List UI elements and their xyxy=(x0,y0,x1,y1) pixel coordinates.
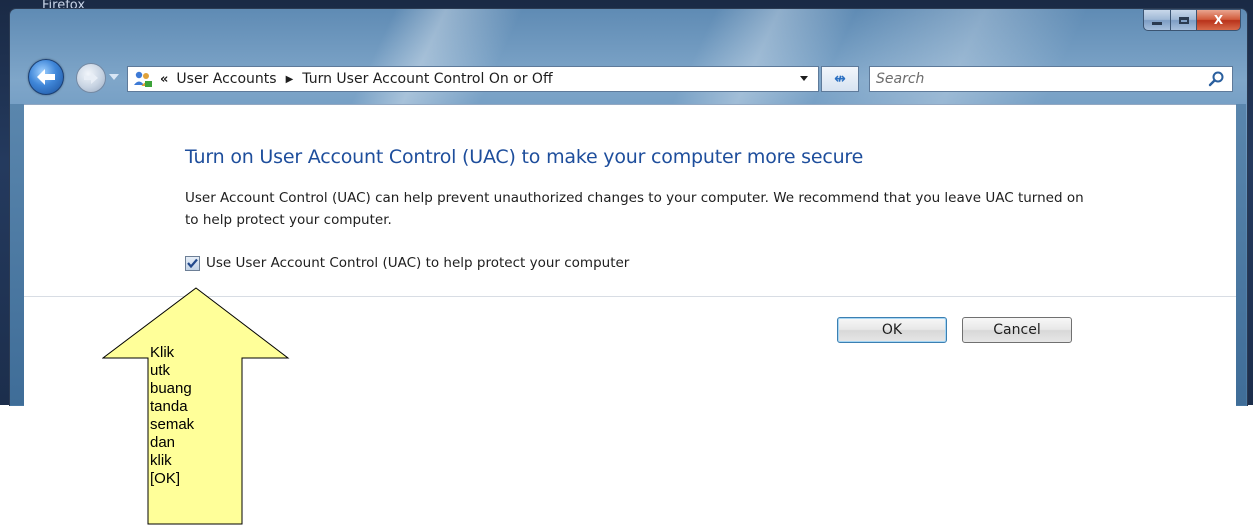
address-dropdown-icon[interactable] xyxy=(800,76,808,81)
user-accounts-icon xyxy=(132,70,154,88)
window-frame-right xyxy=(1236,104,1246,405)
callout-text: Klik utk buang tanda semak dan klik [OK] xyxy=(150,344,195,487)
search-icon[interactable] xyxy=(1208,70,1226,88)
close-button[interactable]: X xyxy=(1197,9,1241,31)
recent-pages-dropdown[interactable] xyxy=(109,74,119,80)
refresh-icon: ↮ xyxy=(834,71,846,87)
caption-buttons: X xyxy=(1143,9,1241,31)
uac-checkbox-row[interactable]: Use User Account Control (UAC) to help p… xyxy=(185,255,629,271)
instruction-callout: Klik utk buang tanda semak dan klik [OK] xyxy=(102,287,290,525)
uac-checkbox[interactable] xyxy=(185,255,200,271)
forward-arrow-icon xyxy=(84,72,98,84)
breadcrumb-current-page[interactable]: Turn User Account Control On or Off xyxy=(302,71,552,87)
back-arrow-icon xyxy=(37,69,55,85)
page-description: User Account Control (UAC) can help prev… xyxy=(185,190,1084,228)
minimize-icon xyxy=(1152,22,1162,25)
back-button[interactable] xyxy=(28,59,64,95)
minimize-button[interactable] xyxy=(1143,9,1171,31)
maximize-icon xyxy=(1178,16,1189,24)
search-box[interactable] xyxy=(869,66,1233,92)
close-icon: X xyxy=(1213,13,1224,27)
address-bar[interactable]: « User Accounts ▶ Turn User Account Cont… xyxy=(127,66,819,92)
title-bar-glass xyxy=(10,9,1247,109)
breadcrumb-user-accounts[interactable]: User Accounts xyxy=(176,71,276,87)
search-input[interactable] xyxy=(876,69,1196,89)
forward-button[interactable] xyxy=(76,63,106,93)
cancel-button[interactable]: Cancel xyxy=(962,317,1072,343)
checkmark-icon xyxy=(187,258,198,268)
breadcrumb-separator-icon[interactable]: ▶ xyxy=(286,74,294,85)
up-arrow-callout-icon xyxy=(102,287,290,525)
breadcrumb-overflow[interactable]: « xyxy=(160,72,168,87)
ok-button[interactable]: OK xyxy=(837,317,947,343)
maximize-button[interactable] xyxy=(1171,9,1197,31)
uac-checkbox-label[interactable]: Use User Account Control (UAC) to help p… xyxy=(206,255,629,271)
page-title: Turn on User Account Control (UAC) to ma… xyxy=(185,146,864,168)
refresh-button[interactable]: ↮ xyxy=(821,66,859,92)
window-frame-left xyxy=(10,104,24,405)
breadcrumb: User Accounts ▶ Turn User Account Contro… xyxy=(176,71,552,87)
